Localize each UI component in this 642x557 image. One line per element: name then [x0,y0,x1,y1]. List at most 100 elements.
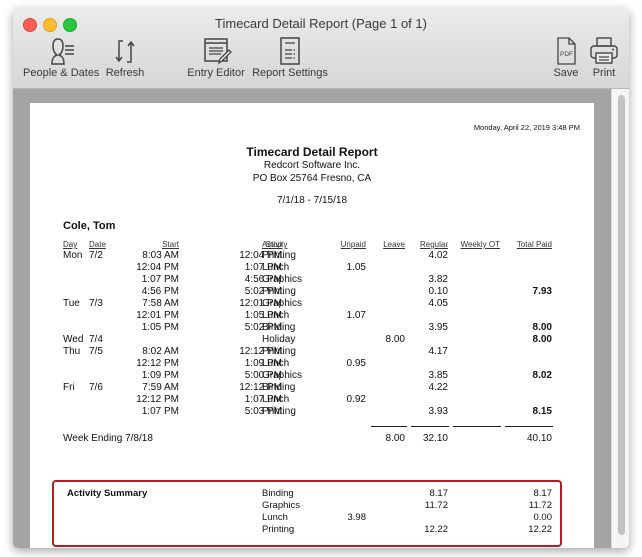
column-header-weekly-ot: Weekly OT [460,240,500,249]
summary-regular: 12.22 [424,524,448,535]
refresh-icon [115,40,135,63]
cell-start: 7:59 AM [142,382,179,393]
total-paid-total-rule [505,426,553,427]
cell-start: 12:01 PM [136,310,179,321]
cell-regular: 3.93 [428,406,448,417]
cell-start: 8:02 AM [142,346,179,357]
cell-total-paid: 8.15 [532,406,552,417]
summary-activity: Printing [262,524,295,535]
save-button[interactable]: PDF Save [551,36,581,79]
regular-total-rule [411,426,449,427]
cell-activity: Lunch [262,394,290,405]
column-header-unpaid: Unpaid [340,240,366,249]
cell-activity: Lunch [262,310,290,321]
cell-start: 8:03 AM [142,250,179,261]
cell-activity: Holiday [262,334,296,345]
cell-date: 7/5 [89,346,103,357]
report-timestamp: Monday, April 22, 2019 3:48 PM [473,123,580,132]
report-settings-label: Report Settings [252,67,328,79]
cell-regular: 0.10 [428,286,448,297]
column-header-leave: Leave [383,240,405,249]
cell-unpaid: 0.92 [346,394,366,405]
cell-activity: Printing [262,406,296,417]
save-label: Save [553,67,579,79]
cell-regular: 4.05 [428,298,448,309]
report-page: Monday, April 22, 2019 3:48 PM Timecard … [30,103,594,548]
company-address: PO Box 25764 Fresno, CA [252,173,372,184]
cell-unpaid: 1.05 [346,262,366,273]
cell-activity: Binding [262,322,296,333]
summary-total-paid: 12.22 [528,524,552,535]
cell-start: 12:12 PM [136,358,179,369]
summary-regular: 11.72 [424,500,448,511]
cell-date: 7/3 [89,298,103,309]
cell-leave: 8.00 [385,334,405,345]
summary-activity: Graphics [262,500,301,511]
print-button[interactable]: Print [586,36,622,79]
cell-total-paid: 8.00 [532,334,552,345]
cell-regular: 3.82 [428,274,448,285]
report-title: Timecard Detail Report [246,145,378,159]
cell-start: 1:07 PM [141,274,179,285]
cell-date: 7/2 [89,250,103,261]
pdf-icon-text: PDF [560,51,573,58]
summary-total-paid: 11.72 [528,500,552,511]
cell-start: 12:04 PM [136,262,179,273]
week-total-regular: 32.10 [422,433,448,444]
employee-name: Cole, Tom [63,220,116,232]
cell-day: Thu [63,346,81,357]
print-label: Print [592,67,616,79]
people-list-icon [51,38,74,65]
summary-activity: Lunch [262,512,288,523]
cell-start: 1:07 PM [141,406,179,417]
cell-activity: Printing [262,286,296,297]
cell-activity: Binding [262,382,296,393]
week-ending-label: Week Ending 7/8/18 [63,433,153,444]
cell-day: Fri [63,382,75,393]
people-dates-label: People & Dates [23,67,100,79]
entry-editor-label: Entry Editor [187,67,245,79]
cell-regular: 4.02 [428,250,448,261]
cell-day: Wed [63,334,84,345]
cell-total-paid: 8.00 [532,322,552,333]
summary-total-paid: 8.17 [533,488,553,499]
cell-date: 7/6 [89,382,103,393]
report-viewer: Monday, April 22, 2019 3:48 PM Timecard … [13,89,629,548]
refresh-button[interactable]: Refresh [102,36,148,79]
pdf-icon: PDF [557,37,576,65]
title-bar: Timecard Detail Report (Page 1 of 1) Peo… [13,8,629,89]
column-header-total-paid: Total Paid [516,240,552,249]
cell-regular: 4.17 [428,346,448,357]
cell-unpaid: 0.95 [346,358,366,369]
cell-start: 1:09 PM [141,370,179,381]
cell-total-paid: 8.02 [532,370,552,381]
cell-unpaid: 1.07 [346,310,366,321]
summary-total-paid: 0.00 [533,512,553,523]
report-window: Timecard Detail Report (Page 1 of 1) Peo… [13,8,629,548]
cell-activity: Graphics [262,274,303,285]
report-settings-icon [280,37,300,65]
cell-activity: Lunch [262,262,290,273]
vertical-scrollbar[interactable] [611,89,629,548]
report-settings-button[interactable]: Report Settings [251,36,329,79]
entry-editor-button[interactable]: Entry Editor [185,36,247,79]
date-range: 7/1/18 - 7/15/18 [276,195,348,206]
people-dates-button[interactable]: People & Dates [23,36,99,79]
cell-activity: Graphics [262,370,303,381]
cell-start: 7:58 AM [142,298,179,309]
summary-regular: 8.17 [429,488,449,499]
cell-regular: 4.22 [428,382,448,393]
cell-total-paid: 7.93 [532,286,552,297]
week-total-leave: 8.00 [385,433,405,444]
refresh-label: Refresh [105,67,145,79]
summary-unpaid: 3.98 [347,512,367,523]
week-total-paid: 40.10 [526,433,552,444]
cell-day: Mon [63,250,83,261]
cell-regular: 3.95 [428,322,448,333]
window-title: Timecard Detail Report (Page 1 of 1) [215,16,427,31]
scrollbar-thumb[interactable] [618,95,625,535]
cell-activity: Graphics [262,298,303,309]
company-name: Redcort Software Inc. [263,160,361,171]
cell-activity: Printing [262,346,296,357]
entry-editor-icon [204,38,232,65]
